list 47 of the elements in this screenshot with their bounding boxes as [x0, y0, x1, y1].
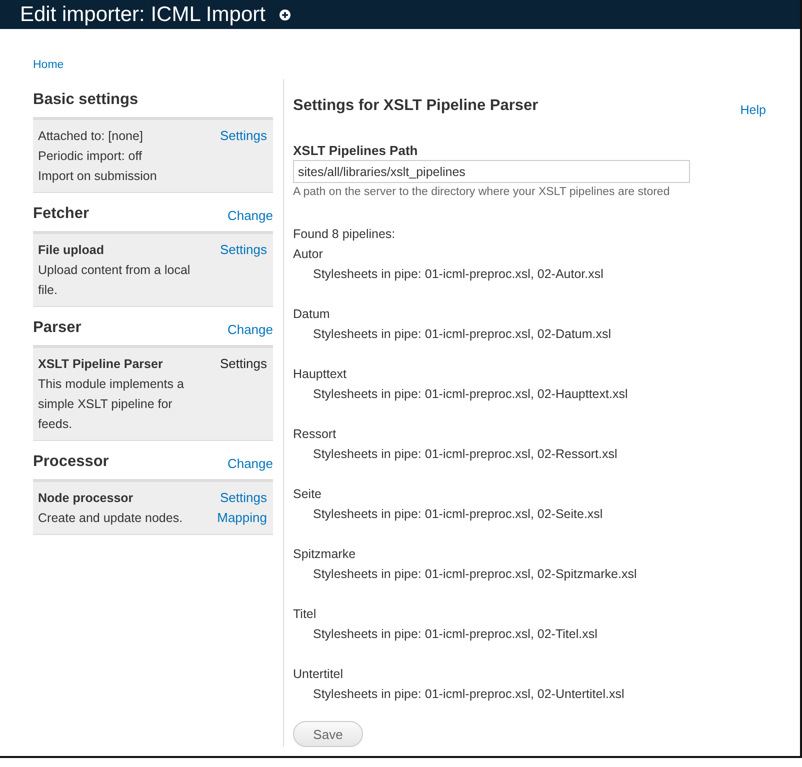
- settings-link[interactable]: Settings: [220, 240, 267, 260]
- pipeline-stylesheets: Stylesheets in pipe: 01-icml-preproc.xsl, 02-Haupttext.xsl: [312, 386, 629, 403]
- field-label: XSLT Pipelines Path: [293, 143, 419, 158]
- plugin-description: Import on submission: [38, 168, 158, 185]
- plugin-name: Node processor: [38, 490, 134, 507]
- pipeline-name: Datum: [293, 306, 331, 323]
- field-description: A path on the server to the directory where your XSLT pipelines are stored: [293, 186, 671, 198]
- pipeline-stylesheets: Stylesheets in pipe: 01-icml-preproc.xsl, 02-Datum.xsl: [312, 326, 612, 343]
- path-input-field[interactable]: sites/all/libraries/xslt_pipelines: [293, 160, 690, 183]
- pipeline-name: Seite: [293, 486, 322, 503]
- section-heading: Processor: [33, 453, 109, 471]
- save-button[interactable]: Save: [293, 721, 363, 747]
- plugin-description: Upload content from a local file.: [38, 262, 192, 299]
- settings-heading: Settings for XSLT Pipeline Parser: [293, 97, 538, 115]
- plugin-name: XSLT Pipeline Parser: [38, 356, 164, 373]
- plugin-description: Create and update nodes.: [38, 510, 184, 527]
- pipeline-stylesheets: Stylesheets in pipe: 01-icml-preproc.xsl, 02-Seite.xsl: [312, 506, 604, 523]
- settings-link[interactable]: Settings: [220, 354, 267, 374]
- change-link[interactable]: Change: [227, 456, 273, 471]
- pipeline-stylesheets: Stylesheets in pipe: 01-icml-preproc.xsl, 02-Titel.xsl: [312, 626, 598, 643]
- settings-link[interactable]: Mapping: [217, 508, 267, 528]
- pipeline-stylesheets: Stylesheets in pipe: 01-icml-preproc.xsl, 02-Autor.xsl: [312, 266, 604, 283]
- pipeline-name: Autor: [293, 246, 324, 263]
- pipeline-stylesheets: Stylesheets in pipe: 01-icml-preproc.xsl, 02-Untertitel.xsl: [312, 686, 626, 703]
- plugin-name: File upload: [38, 242, 105, 259]
- page-title: Edit importer: ICML Import: [20, 2, 266, 26]
- change-link[interactable]: Change: [227, 322, 273, 337]
- pipeline-name: Ressort: [293, 426, 338, 443]
- plugin-description: Attached to: [none]: [38, 128, 144, 145]
- add-shortcut-icon[interactable]: [279, 8, 292, 20]
- change-link[interactable]: Change: [227, 208, 273, 223]
- section-heading: Fetcher: [33, 205, 89, 223]
- section-heading: Basic settings: [33, 91, 138, 109]
- plugin-description: Periodic import: off: [38, 148, 143, 165]
- pipeline-stylesheets: Stylesheets in pipe: 01-icml-preproc.xsl, 02-Ressort.xsl: [312, 446, 618, 463]
- pipeline-name: Haupttext: [293, 366, 348, 383]
- breadcrumb-link[interactable]: Home: [33, 59, 64, 71]
- plugin-description: This module implements a simple XSLT pipeline for feeds.: [38, 376, 185, 433]
- settings-link[interactable]: Settings: [220, 126, 267, 146]
- pipeline-name: Spitzmarke: [293, 546, 357, 563]
- pipelines-count: Found 8 pipelines:: [293, 226, 396, 243]
- pipeline-name: Untertitel: [293, 666, 344, 683]
- section-heading: Parser: [33, 319, 82, 337]
- pipeline-name: Titel: [293, 606, 318, 623]
- pipeline-stylesheets: Stylesheets in pipe: 01-icml-preproc.xsl, 02-Spitzmarke.xsl: [312, 566, 638, 583]
- help-link[interactable]: Help: [740, 103, 766, 117]
- settings-link[interactable]: Settings: [220, 488, 267, 508]
